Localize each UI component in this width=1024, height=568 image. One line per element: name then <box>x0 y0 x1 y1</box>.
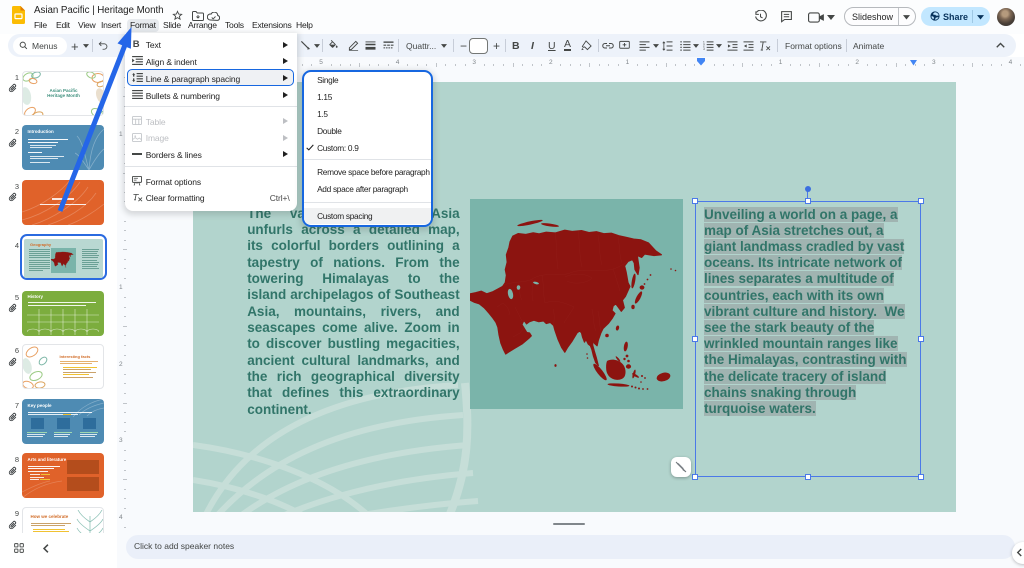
svg-text:3: 3 <box>703 47 705 51</box>
